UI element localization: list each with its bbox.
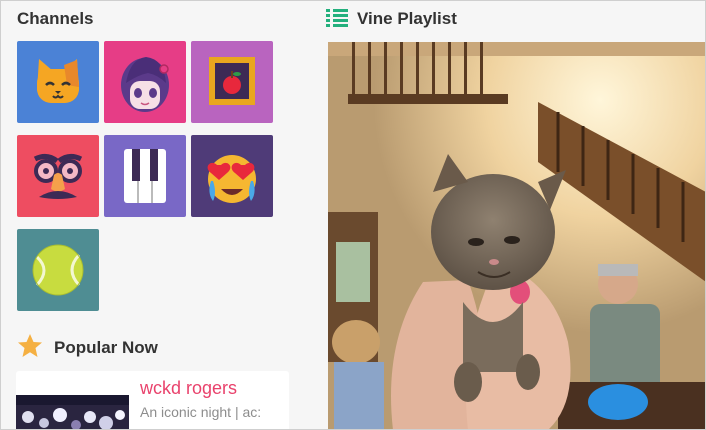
tennis-ball-icon (32, 244, 84, 296)
video-player[interactable] (328, 42, 705, 429)
popular-card-thumbnail[interactable] (16, 395, 129, 429)
piano-keys-icon (124, 149, 166, 203)
channels-heading: Channels (17, 9, 94, 28)
disguise-glasses-icon (33, 153, 83, 199)
popular-card[interactable]: wckd rogers An iconic night | ac: (16, 371, 289, 429)
channel-tile-music[interactable] (104, 135, 186, 217)
channel-tile-cat[interactable] (17, 41, 99, 123)
playlist-icon (326, 9, 348, 27)
channel-tile-anime[interactable] (104, 41, 186, 123)
app-frame: Channels Popular Now wckd rogers An icon… (0, 0, 706, 430)
cat-icon (37, 59, 79, 103)
channel-tile-emoji[interactable] (191, 135, 273, 217)
channel-tile-art[interactable] (191, 41, 273, 123)
vine-playlist-heading: Vine Playlist (357, 9, 457, 28)
channel-tile-comedy[interactable] (17, 135, 99, 217)
anime-girl-icon (121, 57, 169, 112)
popular-card-title[interactable]: wckd rogers (140, 378, 237, 399)
star-icon (18, 334, 42, 357)
apple-painting-icon (209, 57, 255, 105)
heart-eyes-crying-emoji-icon (207, 155, 256, 203)
channel-tile-sports[interactable] (17, 229, 99, 311)
popular-card-description: An iconic night | ac: (140, 404, 262, 420)
video-frame-kitten (328, 42, 705, 429)
popular-now-heading: Popular Now (54, 338, 158, 357)
